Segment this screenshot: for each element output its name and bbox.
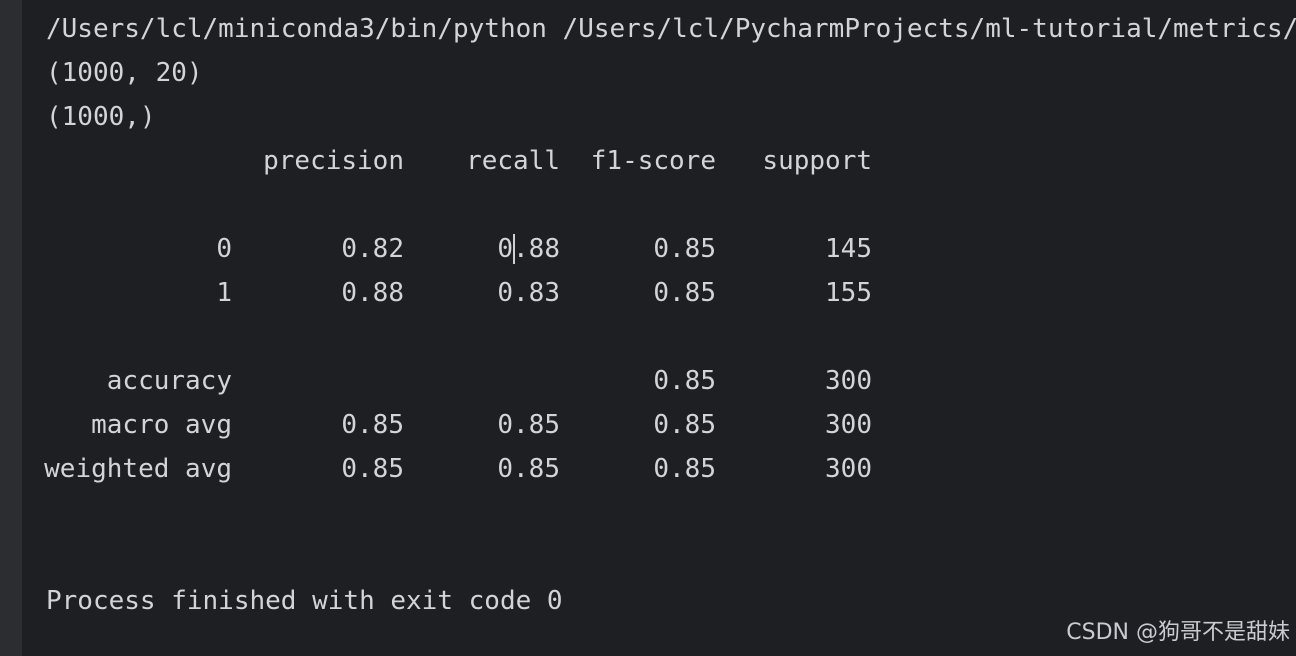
header-recall: recall bbox=[466, 146, 560, 176]
row-precision: 0.85 bbox=[341, 454, 404, 484]
row-support: 155 bbox=[825, 278, 872, 308]
row-recall: 0.88 bbox=[497, 234, 560, 264]
shape-y-output: (1000,) bbox=[46, 102, 156, 132]
row-f1: 0.85 bbox=[653, 366, 716, 396]
header-f1-score: f1-score bbox=[590, 146, 716, 176]
row-recall: 0.85 bbox=[497, 454, 560, 484]
row-label: weighted avg bbox=[44, 454, 232, 484]
text-caret bbox=[513, 234, 515, 264]
console-gutter bbox=[0, 0, 22, 656]
row-precision: 0.82 bbox=[341, 234, 404, 264]
row-recall: 0.85 bbox=[497, 410, 560, 440]
row-support: 145 bbox=[825, 234, 872, 264]
row-precision: 0.85 bbox=[341, 410, 404, 440]
row-precision: 0.88 bbox=[341, 278, 404, 308]
row-f1: 0.85 bbox=[653, 278, 716, 308]
row-support: 300 bbox=[825, 454, 872, 484]
command-line[interactable]: /Users/lcl/miniconda3/bin/python /Users/… bbox=[46, 7, 1296, 51]
row-support: 300 bbox=[825, 366, 872, 396]
row-f1: 0.85 bbox=[653, 454, 716, 484]
row-f1: 0.85 bbox=[653, 234, 716, 264]
row-f1: 0.85 bbox=[653, 410, 716, 440]
row-label: accuracy bbox=[106, 366, 232, 396]
shape-x-output: (1000, 20) bbox=[46, 58, 203, 88]
header-precision: precision bbox=[263, 146, 404, 176]
run-console-output[interactable]: /Users/lcl/miniconda3/bin/python /Users/… bbox=[22, 0, 1296, 656]
row-label: 1 bbox=[216, 278, 232, 308]
csdn-watermark: CSDN @狗哥不是甜妹 bbox=[1066, 620, 1290, 645]
row-support: 300 bbox=[825, 410, 872, 440]
row-recall: 0.83 bbox=[497, 278, 560, 308]
row-label: 0 bbox=[216, 234, 232, 264]
exit-message: Process finished with exit code 0 bbox=[46, 586, 563, 616]
header-support: support bbox=[762, 146, 872, 176]
row-label: macro avg bbox=[91, 410, 232, 440]
